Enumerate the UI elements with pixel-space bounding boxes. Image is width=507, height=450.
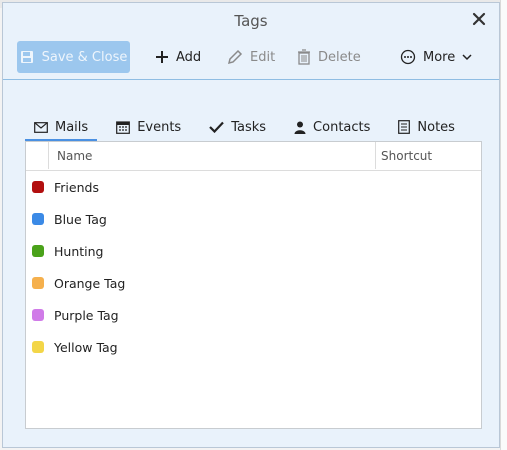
tag-name: Orange Tag: [54, 275, 126, 291]
tab-label: Contacts: [313, 119, 371, 135]
more-dots-icon: [400, 49, 416, 65]
add-button[interactable]: Add: [155, 41, 201, 73]
table-header: Name Shortcut: [26, 142, 481, 171]
check-icon: [209, 121, 225, 133]
tag-name: Yellow Tag: [54, 339, 118, 355]
trash-icon: [297, 49, 311, 65]
tag-category-tabs: Mails Events Tasks Contacts Notes: [25, 113, 474, 142]
tags-dialog: Tags Save & Close Add Edit Delete More M…: [2, 2, 500, 448]
tab-events[interactable]: Events: [107, 113, 190, 141]
tab-tasks[interactable]: Tasks: [200, 113, 275, 141]
table-row[interactable]: Hunting: [26, 235, 481, 267]
header-shortcut[interactable]: Shortcut: [381, 149, 432, 163]
more-label: More: [423, 49, 456, 65]
tab-label: Mails: [55, 119, 89, 135]
floppy-disk-icon: [20, 50, 34, 64]
tag-color-swatch: [32, 181, 44, 193]
edit-label: Edit: [250, 49, 276, 65]
tag-name: Hunting: [54, 243, 104, 259]
tab-label: Tasks: [231, 119, 267, 135]
note-icon: [398, 120, 411, 134]
table-row[interactable]: Purple Tag: [26, 299, 481, 331]
tab-label: Events: [137, 119, 182, 135]
tag-name: Friends: [54, 179, 99, 195]
tag-name: Blue Tag: [54, 211, 107, 227]
header-name[interactable]: Name: [57, 149, 92, 163]
table-row[interactable]: Friends: [26, 171, 481, 203]
background-right-strip: [500, 0, 507, 450]
tag-color-swatch: [32, 309, 44, 321]
delete-label: Delete: [318, 49, 361, 65]
chevron-down-icon: [462, 53, 472, 61]
close-icon[interactable]: [469, 9, 489, 29]
tags-table: Name Shortcut Friends Blue Tag Hunting O…: [25, 141, 482, 429]
tab-notes[interactable]: Notes: [389, 113, 464, 141]
save-close-button[interactable]: Save & Close: [17, 41, 130, 73]
person-icon: [294, 121, 306, 134]
more-button[interactable]: More: [400, 41, 472, 73]
edit-button[interactable]: Edit: [227, 41, 275, 73]
column-divider[interactable]: [375, 142, 376, 169]
tab-mails[interactable]: Mails: [25, 113, 98, 142]
tab-label: Notes: [417, 119, 455, 135]
table-row[interactable]: Orange Tag: [26, 267, 481, 299]
tag-name: Purple Tag: [54, 307, 119, 323]
tag-color-swatch: [32, 245, 44, 257]
table-row[interactable]: Yellow Tag: [26, 331, 481, 363]
toolbar: Save & Close Add Edit Delete More: [3, 39, 499, 80]
tag-color-swatch: [32, 213, 44, 225]
save-close-label: Save & Close: [41, 49, 128, 65]
tag-color-swatch: [32, 277, 44, 289]
calendar-icon: [116, 120, 131, 134]
header-color-column: [26, 142, 49, 169]
add-label: Add: [176, 49, 202, 65]
delete-button[interactable]: Delete: [297, 41, 361, 73]
envelope-icon: [34, 121, 48, 133]
table-row[interactable]: Blue Tag: [26, 203, 481, 235]
pencil-icon: [227, 49, 243, 65]
tab-contacts[interactable]: Contacts: [285, 113, 379, 141]
tag-color-swatch: [32, 341, 44, 353]
plus-icon: [155, 50, 169, 64]
dialog-title: Tags: [234, 12, 268, 30]
